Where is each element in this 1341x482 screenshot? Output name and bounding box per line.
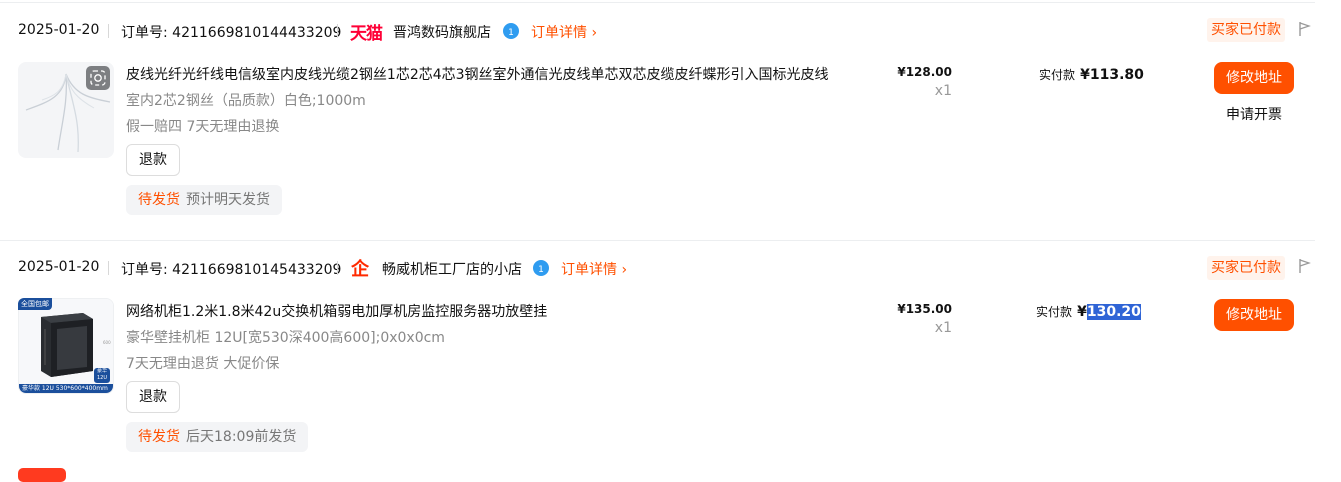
product-sku: 室内2芯2钢丝（品质款）白色;1000m: [126, 93, 366, 109]
tmall-logo: 天猫: [350, 24, 383, 44]
order-detail-link[interactable]: 订单详情 ›: [561, 259, 627, 279]
order-detail-link[interactable]: 订单详情 ›: [531, 22, 597, 42]
paid-amount: 113.80: [1089, 67, 1144, 83]
paid-currency: ¥: [1077, 304, 1087, 320]
svg-text:1: 1: [508, 28, 514, 38]
next-order-badge: [18, 468, 66, 482]
modify-address-button[interactable]: 修改地址: [1214, 299, 1294, 331]
product-sku: 豪华壁挂机柜 12U[宽530深400高600];0x0x0cm: [126, 330, 445, 346]
quantity: x1: [934, 320, 952, 336]
unit-price: ¥135.00: [897, 302, 952, 316]
chat-icon[interactable]: 1: [503, 23, 519, 39]
quantity: x1: [934, 83, 952, 99]
shop-name[interactable]: 晋鸿数码旗舰店: [393, 22, 491, 42]
flag-icon[interactable]: [1298, 258, 1312, 274]
shipping-status-chip: 待发货 预计明天发货: [126, 185, 282, 215]
flag-icon[interactable]: [1298, 21, 1312, 37]
header-separator: [108, 24, 109, 38]
request-invoice-link[interactable]: 申请开票: [1214, 104, 1294, 124]
svg-text:1: 1: [538, 265, 544, 275]
svg-text:600: 600: [103, 340, 111, 345]
header-separator: [337, 24, 338, 38]
order-number: 订单号: 4211669810145433209: [121, 259, 341, 279]
order-number: 订单号: 4211669810144433209: [121, 22, 341, 42]
paid-label: 实付款: [1039, 68, 1076, 82]
shipping-status: 待发货: [138, 192, 180, 208]
refund-button[interactable]: 退款: [126, 144, 180, 176]
paid-total: 实付款 ¥113.80: [1039, 64, 1144, 83]
shop-name[interactable]: 畅威机柜工厂店的小店: [382, 259, 522, 279]
product-title[interactable]: 皮线光纤光纤线电信级室内皮线光缆2钢丝1芯2芯4芯3钢丝室外通信光皮线单芯双芯皮…: [126, 64, 829, 84]
free-shipping-badge: 全国包邮: [18, 298, 52, 310]
thumbnail-corner-badge: 豪华 12U: [94, 368, 110, 383]
refund-button[interactable]: 退款: [126, 381, 180, 413]
modify-address-button[interactable]: 修改地址: [1214, 62, 1294, 94]
shipping-eta: 预计明天发货: [186, 192, 270, 208]
order-number-label: 订单号:: [121, 262, 168, 278]
order-number-value: 4211669810144433209: [172, 25, 342, 41]
order-number-value: 4211669810145433209: [172, 262, 342, 278]
chat-icon[interactable]: 1: [533, 260, 549, 276]
paid-label: 实付款: [1036, 305, 1073, 319]
order-divider: [0, 240, 1315, 241]
paid-amount: 130.20: [1086, 304, 1141, 320]
order-date: 2025-01-20: [18, 259, 100, 275]
service-promise: 假一赔四 7天无理由退换: [126, 119, 280, 135]
status-badge: 买家已付款: [1207, 256, 1285, 280]
header-separator: [108, 261, 109, 275]
unit-price: ¥128.00: [897, 65, 952, 79]
order-number-label: 订单号:: [121, 25, 168, 41]
product-title[interactable]: 网络机柜1.2米1.8米42u交换机箱弱电加厚机房监控服务器功放壁挂: [126, 301, 547, 321]
shipping-status-chip: 待发货 后天18:09前发货: [126, 422, 309, 452]
status-badge: 买家已付款: [1207, 18, 1285, 42]
shipping-status: 待发货: [138, 429, 180, 445]
paid-total: 实付款 ¥130.20: [1036, 301, 1141, 320]
paid-currency: ¥: [1080, 67, 1090, 83]
shop-type-logo: 企: [351, 259, 369, 280]
service-promise: 7天无理由退货 大促价保: [126, 356, 280, 372]
image-search-icon[interactable]: [86, 66, 110, 90]
shipping-eta: 后天18:09前发货: [186, 429, 297, 445]
order-date: 2025-01-20: [18, 22, 100, 38]
header-separator: [337, 261, 338, 275]
order-divider-top: [0, 2, 1315, 3]
thumbnail-caption: 豪华款 12U 530*600*400mm: [22, 385, 108, 392]
